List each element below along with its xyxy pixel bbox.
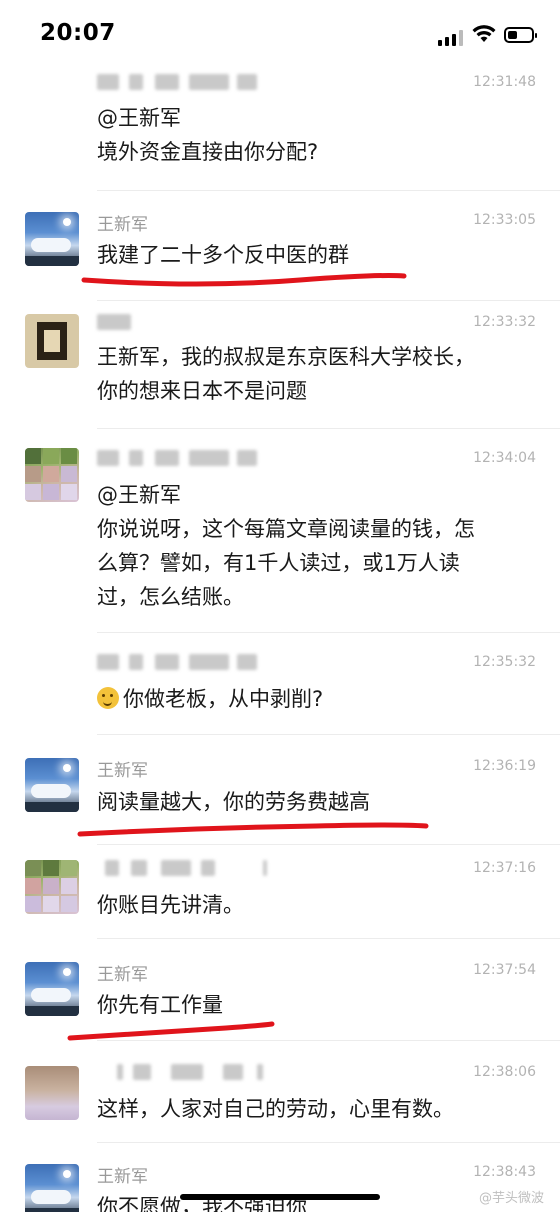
- cellular-signal-icon: [438, 30, 464, 46]
- message-text: 你账目先讲清。: [97, 893, 244, 917]
- message-text: 这样，人家对自己的劳动，心里有数。: [97, 1097, 454, 1121]
- message-timestamp: 12:38:06: [473, 1064, 536, 1080]
- wifi-icon: [472, 25, 496, 42]
- sender-name: 王新军: [97, 761, 148, 781]
- message-text: 王新军，我的叔叔是东京医科大学校长， 你的想来日本不是问题: [97, 345, 475, 403]
- sender-name: 王新军: [97, 965, 148, 985]
- battery-icon: [504, 27, 537, 43]
- sender-name-blurred: [97, 654, 267, 670]
- message-item[interactable]: 12:33:32 王新军，我的叔叔是东京医科大学校长， 你的想来日本不是问题: [0, 300, 560, 428]
- message-item[interactable]: 12:31:48 @王新军 境外资金直接由你分配?: [0, 68, 560, 190]
- status-bar: 20:07: [0, 0, 560, 68]
- avatar[interactable]: [25, 314, 79, 368]
- message-timestamp: 12:31:48: [473, 74, 536, 90]
- sender-name-blurred: [97, 860, 267, 876]
- avatar[interactable]: [25, 448, 79, 502]
- message-timestamp: 12:33:05: [473, 212, 536, 228]
- message-timestamp: 12:33:32: [473, 314, 536, 330]
- avatar[interactable]: [25, 962, 79, 1016]
- message-text: @王新军 境外资金直接由你分配?: [97, 106, 319, 164]
- message-text: @王新军 你说说呀，这个每篇文章阅读量的钱，怎 么算？譬如，有1千人读过，或1万…: [97, 483, 475, 609]
- sender-name-blurred: [97, 1064, 267, 1080]
- message-timestamp: 12:38:43: [473, 1164, 536, 1180]
- avatar[interactable]: [25, 860, 79, 914]
- message-item[interactable]: 12:35:32 你做老板，从中剥削?: [0, 632, 560, 734]
- status-time: 20:07: [40, 20, 116, 46]
- sender-name-blurred: [97, 450, 267, 466]
- message-timestamp: 12:35:32: [473, 654, 536, 670]
- thinking-face-icon: [97, 687, 119, 709]
- sender-name: 王新军: [97, 215, 148, 235]
- message-timestamp: 12:34:04: [473, 450, 536, 466]
- message-text: 你先有工作量: [97, 993, 223, 1017]
- message-item[interactable]: 王新军 12:33:05 我建了二十多个反中医的群: [0, 190, 560, 300]
- home-indicator[interactable]: [180, 1194, 380, 1200]
- message-item[interactable]: 12:38:06 这样，人家对自己的劳动，心里有数。: [0, 1040, 560, 1142]
- message-item[interactable]: 12:34:04 @王新军 你说说呀，这个每篇文章阅读量的钱，怎 么算？譬如，有…: [0, 428, 560, 632]
- avatar[interactable]: [25, 1066, 79, 1120]
- message-text: 我建了二十多个反中医的群: [97, 243, 349, 267]
- message-text: 你做老板，从中剥削?: [97, 682, 537, 716]
- sender-name-blurred: [97, 74, 267, 90]
- message-item[interactable]: 12:37:16 你账目先讲清。: [0, 844, 560, 938]
- message-timestamp: 12:36:19: [473, 758, 536, 774]
- message-item[interactable]: 王新军 12:36:19 阅读量越大，你的劳务费越高: [0, 734, 560, 844]
- sender-name-blurred: [97, 314, 137, 330]
- message-item[interactable]: 王新军 12:37:54 你先有工作量: [0, 938, 560, 1040]
- sender-name: 王新军: [97, 1167, 148, 1187]
- message-item[interactable]: 王新军 12:38:43 你不愿做，我不强迫你: [0, 1142, 560, 1212]
- message-text: 阅读量越大，你的劳务费越高: [97, 790, 370, 814]
- avatar[interactable]: [25, 758, 79, 812]
- avatar[interactable]: [25, 1164, 79, 1212]
- watermark: @芋头微波: [478, 1191, 544, 1206]
- message-timestamp: 12:37:54: [473, 962, 536, 978]
- message-timestamp: 12:37:16: [473, 860, 536, 876]
- avatar[interactable]: [25, 212, 79, 266]
